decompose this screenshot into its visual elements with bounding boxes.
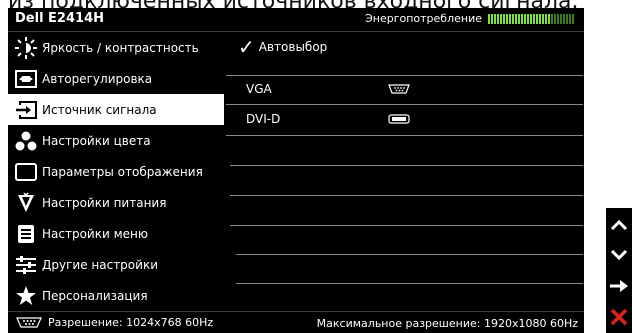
energy-meter-segment: [515, 14, 517, 24]
energy-meter-segment: [518, 14, 520, 24]
option-auto-select[interactable]: ✓ Автовыбор: [238, 35, 328, 59]
menu-item-display-settings[interactable]: Параметры отображения: [8, 156, 224, 187]
menu-item-label: Источник сигнала: [42, 102, 157, 117]
energy-meter-segment: [512, 14, 514, 24]
energy-meter-segment: [527, 14, 529, 24]
submenu-panel: ✓ Автовыбор VGA DVI-D: [226, 32, 584, 311]
energy-meter-segment: [542, 14, 544, 24]
star-icon: [12, 285, 40, 307]
up-button[interactable]: [606, 210, 632, 240]
energy-meter-segment: [509, 14, 511, 24]
auto-adjust-icon: [12, 69, 40, 88]
energy-meter-segment: [551, 14, 553, 24]
energy-meter-segment: [497, 14, 499, 24]
energy-meter-segment: [536, 14, 538, 24]
option-dvi-d[interactable]: DVI-D: [246, 109, 280, 129]
energy-meter-segment: [533, 14, 535, 24]
vga-connector-icon: [388, 84, 410, 94]
energy-use-label: Энергопотребление: [365, 12, 482, 25]
energy-meter-segment: [488, 14, 490, 24]
divider: [226, 104, 583, 105]
divider: [230, 225, 583, 226]
chevron-down-icon: [610, 249, 628, 261]
other-settings-icon: [12, 255, 40, 274]
divider: [226, 135, 583, 136]
energy-meter-segment: [563, 14, 565, 24]
select-button[interactable]: [606, 271, 632, 301]
osd-footer: Разрешение: 1024x768 60Hz Максимальное р…: [8, 311, 584, 333]
current-resolution: Разрешение: 1024x768 60Hz: [16, 316, 213, 329]
chevron-up-icon: [610, 219, 628, 231]
power-settings-icon: [12, 192, 40, 214]
input-source-icon: [12, 100, 40, 119]
menu-item-label: Настройки меню: [42, 226, 148, 241]
energy-meter-segment: [494, 14, 496, 24]
energy-meter-segment: [557, 14, 559, 24]
energy-meter-segment: [566, 14, 568, 24]
energy-meter-segment: [572, 14, 574, 24]
energy-meter-segment: [500, 14, 502, 24]
monitor-buttons: [606, 208, 632, 333]
energy-meter-segment: [521, 14, 523, 24]
monitor-model: Dell E2414H: [15, 11, 104, 26]
energy-meter-segment: [554, 14, 556, 24]
menu-settings-icon: [12, 224, 40, 244]
max-resolution-text: Максимальное разрешение: 1920x1080 60Hz: [316, 317, 578, 330]
display-settings-icon: [12, 162, 40, 181]
menu-item-input-source[interactable]: Источник сигнала: [8, 94, 224, 125]
energy-use-meter: [488, 14, 574, 24]
osd-menu: Dell E2414H Энергопотребление Яркость / …: [8, 8, 584, 333]
menu-item-power-settings[interactable]: Настройки питания: [8, 187, 224, 218]
main-menu: Яркость / контрастность Авторегулировка …: [8, 32, 224, 311]
close-icon: [610, 308, 628, 326]
energy-meter-segment: [569, 14, 571, 24]
divider: [236, 283, 583, 284]
energy-meter-segment: [560, 14, 562, 24]
vga-connector-icon: [16, 317, 42, 328]
menu-item-color-settings[interactable]: Настройки цвета: [8, 125, 224, 156]
menu-item-label: Авторегулировка: [42, 71, 153, 86]
menu-item-brightness-contrast[interactable]: Яркость / контрастность: [8, 32, 224, 63]
divider: [236, 254, 583, 255]
option-label: DVI-D: [246, 112, 281, 126]
color-settings-icon: [12, 131, 40, 151]
menu-item-label: Другие настройки: [42, 257, 158, 272]
divider: [226, 75, 583, 76]
menu-item-auto-adjust[interactable]: Авторегулировка: [8, 63, 224, 94]
energy-meter-segment: [539, 14, 541, 24]
energy-meter-segment: [506, 14, 508, 24]
option-label: Автовыбор: [258, 40, 328, 54]
menu-item-label: Настройки питания: [42, 195, 167, 210]
energy-meter-segment: [545, 14, 547, 24]
menu-item-label: Настройки цвета: [42, 133, 151, 148]
osd-header: Dell E2414H Энергопотребление: [8, 8, 584, 32]
exit-button[interactable]: [606, 302, 632, 332]
menu-item-other-settings[interactable]: Другие настройки: [8, 249, 224, 280]
checkmark-icon: ✓: [238, 35, 255, 59]
energy-meter-segment: [491, 14, 493, 24]
dvi-connector-icon: [388, 114, 410, 124]
arrow-right-icon: [610, 280, 628, 292]
menu-item-label: Персонализация: [42, 288, 148, 303]
menu-item-personalize[interactable]: Персонализация: [8, 280, 224, 311]
energy-meter-segment: [530, 14, 532, 24]
energy-meter-segment: [548, 14, 550, 24]
down-button[interactable]: [606, 240, 632, 270]
divider: [230, 165, 583, 166]
divider: [230, 195, 583, 196]
energy-meter-segment: [524, 14, 526, 24]
menu-item-label: Параметры отображения: [42, 164, 203, 179]
option-vga[interactable]: VGA: [246, 79, 272, 99]
menu-item-label: Яркость / контрастность: [42, 40, 199, 55]
option-label: VGA: [246, 82, 272, 96]
energy-meter-segment: [503, 14, 505, 24]
menu-item-menu-settings[interactable]: Настройки меню: [8, 218, 224, 249]
resolution-text: Разрешение: 1024x768 60Hz: [48, 316, 214, 329]
brightness-icon: [12, 36, 40, 59]
